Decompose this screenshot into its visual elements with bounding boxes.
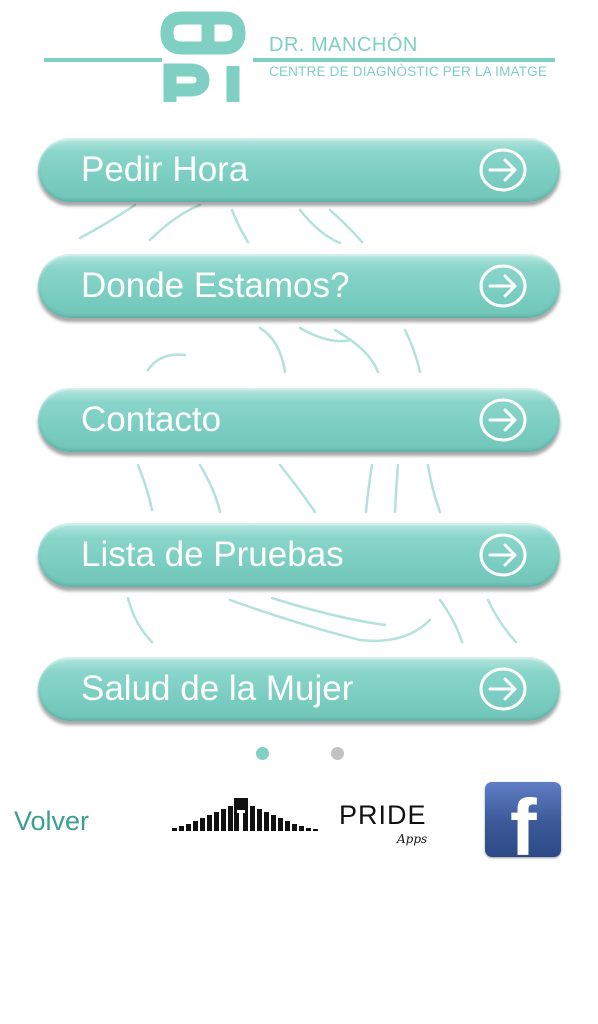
menu-item-label: Donde Estamos? (81, 266, 350, 305)
main-menu: Pedir Hora Donde Estamos? Contacto Lista… (0, 0, 598, 760)
arrow-right-circle-icon (479, 533, 527, 577)
menu-item-label: Contacto (81, 400, 222, 439)
arrow-right-circle-icon (479, 667, 527, 711)
back-link[interactable]: Volver (14, 806, 89, 837)
menu-item-label: Salud de la Mujer (81, 669, 354, 708)
salud-de-la-mujer-button[interactable]: Salud de la Mujer (38, 657, 560, 721)
page-indicator-active[interactable] (256, 747, 269, 760)
donde-estamos-button[interactable]: Donde Estamos? (38, 254, 560, 318)
menu-item-label: Lista de Pruebas (81, 535, 344, 574)
lista-de-pruebas-button[interactable]: Lista de Pruebas (38, 523, 560, 587)
menu-item-label: Pedir Hora (81, 150, 249, 189)
arrow-right-circle-icon (479, 264, 527, 308)
pedir-hora-button[interactable]: Pedir Hora (38, 138, 560, 202)
developer-tagline: Apps (397, 832, 428, 846)
pride-apps-skyline-logo (172, 798, 318, 831)
contacto-button[interactable]: Contacto (38, 388, 560, 452)
facebook-button[interactable]: f (485, 782, 561, 857)
facebook-icon: f (510, 783, 537, 858)
arrow-right-circle-icon (479, 398, 527, 442)
arrow-right-circle-icon (479, 148, 527, 192)
developer-brand: PRIDE (339, 800, 427, 830)
page-indicator-inactive[interactable] (331, 747, 344, 760)
